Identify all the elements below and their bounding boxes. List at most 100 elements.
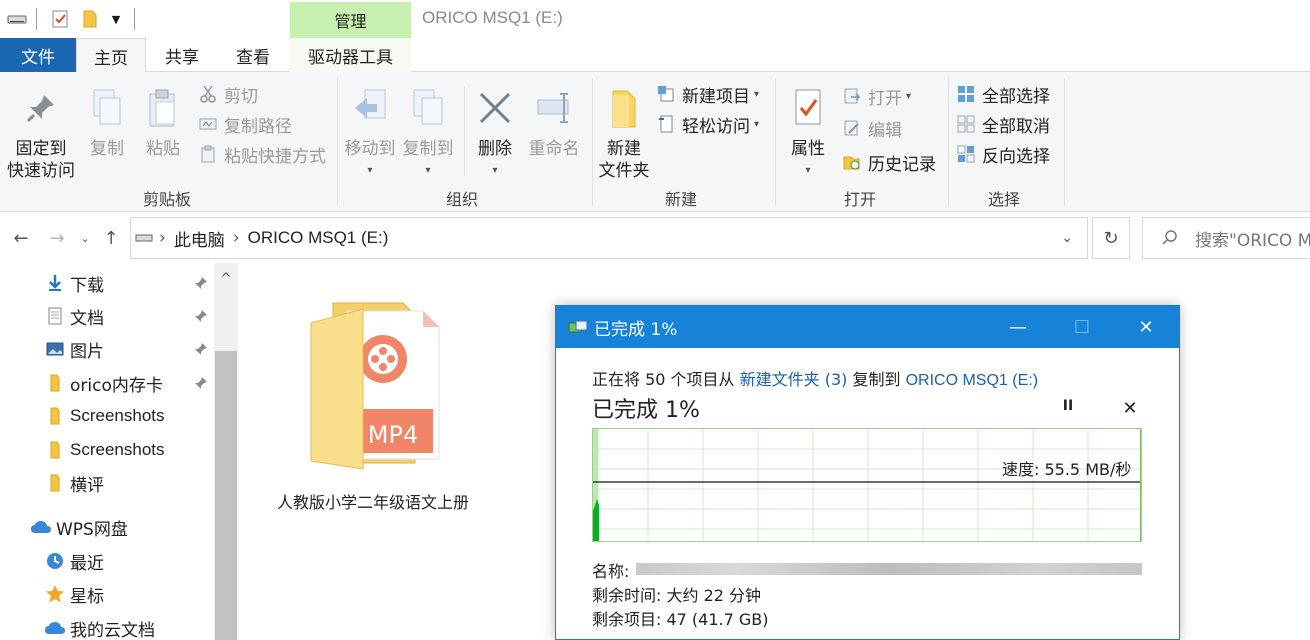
delete-button[interactable]: 删除 ▾ [472,86,518,182]
sidebar-item-wps-drive[interactable]: WPS网盘 [30,511,128,543]
scroll-up-arrow-icon[interactable]: ^ [214,267,238,291]
pause-button[interactable]: II [1056,394,1080,418]
recent-locations-chevron-icon[interactable]: ⌄ [74,227,96,249]
up-arrow-icon[interactable]: ↑ [100,227,122,249]
cut-button[interactable]: 剪切 [198,80,258,108]
delete-icon [473,86,517,130]
dialog-title-bar[interactable]: 已完成 1% — ☐ ✕ [556,306,1179,348]
pin-icon[interactable] [192,340,210,358]
file-item[interactable]: MP4 人教版小学二年级语文上册 [268,293,478,513]
properties-label: 属性 [791,139,825,159]
cancel-copy-button[interactable]: ✕ [1118,396,1142,420]
search-box[interactable]: 搜索"ORICO MSQ1 (E:)" [1142,217,1310,259]
sidebar-scroll-thumb[interactable] [215,351,237,640]
dialog-title: 已完成 1% [594,319,678,340]
sidebar-item-screenshots[interactable]: Screenshots [44,400,165,432]
select-none-button[interactable]: 全部取消 [956,110,1050,138]
divider [36,8,37,30]
rename-button[interactable]: 重命名 [526,86,582,160]
new-folder-button[interactable]: 新建 文件夹 [596,86,652,182]
pause-icon: II [1062,398,1074,414]
maximize-button[interactable]: ☐ [1058,306,1106,348]
sidebar-item-recent[interactable]: 最近 [44,545,104,577]
group-divider [948,78,949,206]
tab-share[interactable]: 共享 [150,38,214,72]
properties-quick-icon[interactable] [48,8,72,30]
edit-label: 编辑 [868,120,902,141]
copy-button[interactable]: 复制 [84,86,130,160]
paste-shortcut-button[interactable]: 粘贴快捷方式 [198,140,326,168]
new-item-dropdown-icon: ▾ [754,88,760,100]
folder-icon [602,86,646,130]
sidebar-item-starred[interactable]: 星标 [44,578,104,610]
pin-icon[interactable] [192,307,210,325]
sidebar-item-review[interactable]: 横评 [44,467,104,499]
copy-dialog-icon [568,319,588,335]
back-arrow-icon[interactable]: ← [10,227,32,249]
drive-icon[interactable] [6,8,28,30]
pin-label-line2: 快速访问 [7,161,75,181]
copy-to-button[interactable]: 复制到 ▾ [400,86,456,182]
open-icon [842,86,862,106]
new-item-icon [656,84,676,104]
folder-icon [44,439,66,461]
sidebar-item-my-cloud-docs[interactable]: 我的云文档 [44,612,155,640]
tab-manage[interactable]: 管理 [290,2,411,38]
pin-icon[interactable] [192,274,210,292]
group-label-new: 新建 [664,190,697,209]
open-button[interactable]: 打开 ▾ [842,82,911,110]
speed-graph-canvas [593,429,1141,541]
paste-button[interactable]: 粘贴 [140,86,186,160]
invert-selection-button[interactable]: 反向选择 [956,140,1050,168]
copy-path-button[interactable]: 复制路径 [198,110,292,138]
search-input[interactable]: 搜索"ORICO MSQ1 (E:)" [1195,226,1310,251]
refresh-icon: ↻ [1103,227,1119,249]
copy-to-dropdown-icon: ▾ [425,165,431,176]
sidebar-item-orico-card[interactable]: orico内存卡 [44,367,163,399]
open-label: 打开 [868,88,902,109]
group-label-open: 打开 [843,190,876,209]
sidebar-item-downloads[interactable]: 下载 [44,267,104,299]
sidebar-item-label: Screenshots [70,440,165,459]
breadcrumb-this-pc[interactable]: 此电脑 [174,226,225,251]
source-folder-link[interactable]: 新建文件夹 (3) [740,370,848,389]
history-button[interactable]: 历史记录 [842,148,936,176]
minimize-button[interactable]: — [994,306,1042,348]
tab-home[interactable]: 主页 [76,38,146,73]
close-window-button[interactable]: ✕ [1122,306,1170,348]
navigation-bar: ← → ⌄ ↑ › 此电脑 › ORICO MSQ1 (E:) ⌄ ↻ 搜索"O… [0,213,1310,263]
breadcrumb-separator-icon: › [232,228,240,248]
breadcrumb-drive[interactable]: ORICO MSQ1 (E:) [248,228,389,248]
select-all-button[interactable]: 全部选择 [956,80,1050,108]
move-to-button[interactable]: 移动到 ▾ [342,86,398,182]
sidebar-item-screenshots-2[interactable]: Screenshots [44,434,165,466]
sidebar-item-label: 横评 [70,475,104,496]
tab-drive-tools[interactable]: 驱动器工具 [290,38,411,72]
file-type-badge: MP4 [368,421,418,449]
sidebar-item-label: 星标 [70,586,104,607]
destination-link[interactable]: ORICO MSQ1 (E:) [906,372,1038,389]
new-folder-label-line1: 新建 [607,139,641,159]
new-folder-quick-icon[interactable] [80,8,100,30]
sidebar-item-documents[interactable]: 文档 [44,300,104,332]
search-icon [1161,229,1179,247]
customize-quick-access-icon[interactable]: ▼ [106,8,126,30]
easy-access-icon [656,114,676,134]
sidebar-item-pictures[interactable]: 图片 [44,333,104,365]
sidebar-item-label: 下载 [70,275,104,296]
tab-file[interactable]: 文件 [0,38,76,72]
file-name-label: 名称: [592,562,630,581]
pin-icon[interactable] [192,374,210,392]
close-icon: ✕ [1138,316,1154,338]
forward-arrow-icon[interactable]: → [46,227,68,249]
address-bar[interactable]: › 此电脑 › ORICO MSQ1 (E:) ⌄ [130,217,1088,259]
edit-button[interactable]: 编辑 [842,114,902,142]
pin-to-quick-access-button[interactable]: 固定到 快速访问 [6,86,76,182]
tab-view[interactable]: 查看 [222,38,284,72]
new-item-button[interactable]: 新建项目 ▾ [656,80,759,108]
address-dropdown-chevron-icon[interactable]: ⌄ [1061,230,1073,246]
sidebar-item-label: orico内存卡 [70,375,163,396]
easy-access-button[interactable]: 轻松访问 ▾ [656,110,759,138]
properties-button[interactable]: 属性 ▾ [784,86,832,182]
refresh-button[interactable]: ↻ [1092,217,1130,259]
